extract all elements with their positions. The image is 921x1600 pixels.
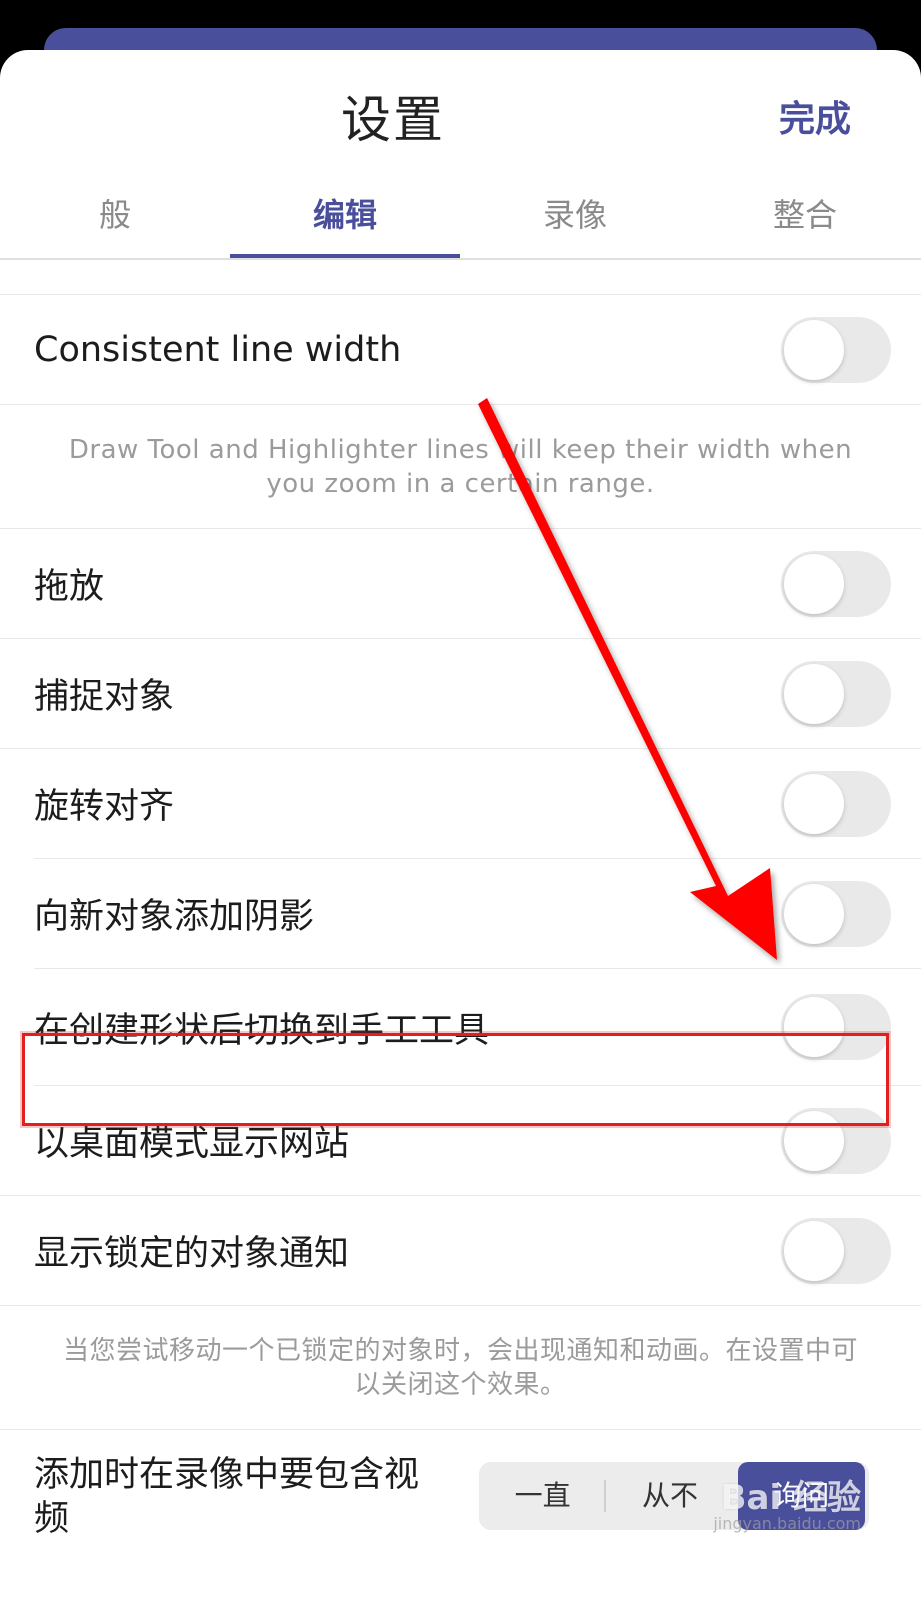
- setting-label: 显示锁定的对象通知: [34, 1234, 350, 1274]
- setting-label: Consistent line width: [34, 329, 402, 370]
- setting-label: 拖放: [34, 567, 105, 607]
- setting-consistent-line-width: Consistent line width: [0, 295, 921, 404]
- tab-edit[interactable]: 编辑: [230, 180, 460, 260]
- done-button[interactable]: 完成: [779, 90, 851, 142]
- locked-notice-note: 当您尝试移动一个已锁定的对象时，会出现通知和动画。在设置中可以关闭这个效果。: [62, 1335, 858, 1400]
- toggle-knob: [784, 774, 844, 834]
- toggle-knob: [784, 664, 844, 724]
- setting-label: 捕捉对象: [34, 677, 175, 717]
- setting-label: 旋转对齐: [34, 787, 175, 827]
- drag-drop-toggle[interactable]: [781, 551, 891, 617]
- setting-label: 向新对象添加阴影: [34, 897, 315, 937]
- setting-label: 在创建形状后切换到手工工具: [34, 1010, 490, 1051]
- locked-notice-toggle[interactable]: [781, 1218, 891, 1284]
- toggle-knob: [784, 554, 844, 614]
- page-title: 设置: [341, 91, 445, 149]
- setting-rotate-align: 旋转对齐: [0, 749, 921, 858]
- setting-label: 添加时在录像中要包含视频: [34, 1455, 420, 1539]
- toggle-knob: [784, 1111, 844, 1171]
- tab-recording[interactable]: 录像: [460, 180, 690, 260]
- setting-add-shadow: 向新对象添加阴影: [0, 859, 921, 968]
- segment-always[interactable]: 一直: [479, 1462, 607, 1530]
- settings-list: Consistent line width Draw Tool and High…: [0, 294, 921, 1564]
- setting-drag-drop: 拖放: [0, 529, 921, 638]
- snap-objects-toggle[interactable]: [781, 661, 891, 727]
- setting-label: 以桌面模式显示网站: [34, 1124, 350, 1164]
- tab-divider: [0, 258, 921, 260]
- watermark-logo: Bai 经验: [720, 1478, 861, 1518]
- toggle-knob: [784, 997, 844, 1057]
- toggle-knob: [784, 1221, 844, 1281]
- setting-switch-to-hand-tool: 在创建形状后切换到手工工具: [0, 969, 921, 1085]
- add-shadow-toggle[interactable]: [781, 881, 891, 947]
- setting-locked-notice: 显示锁定的对象通知: [0, 1196, 921, 1305]
- tab-integration[interactable]: 整合: [690, 180, 920, 260]
- consistent-line-width-note: Draw Tool and Highlighter lines will kee…: [68, 434, 853, 499]
- settings-sheet: 设置 完成 般 编辑 录像 整合 Consistent line width D…: [0, 50, 921, 1600]
- rotate-align-toggle[interactable]: [781, 771, 891, 837]
- switch-to-hand-tool-toggle[interactable]: [781, 994, 891, 1060]
- desktop-mode-toggle[interactable]: [781, 1108, 891, 1174]
- watermark-url: jingyan.baidu.com: [713, 1514, 861, 1533]
- setting-desktop-mode: 以桌面模式显示网站: [0, 1086, 921, 1195]
- tab-general[interactable]: 般: [0, 180, 230, 260]
- consistent-line-width-toggle[interactable]: [781, 317, 891, 383]
- setting-snap-objects: 捕捉对象: [0, 639, 921, 748]
- tab-bar: 般 编辑 录像 整合: [0, 180, 921, 260]
- toggle-knob: [784, 884, 844, 944]
- toggle-knob: [784, 320, 844, 380]
